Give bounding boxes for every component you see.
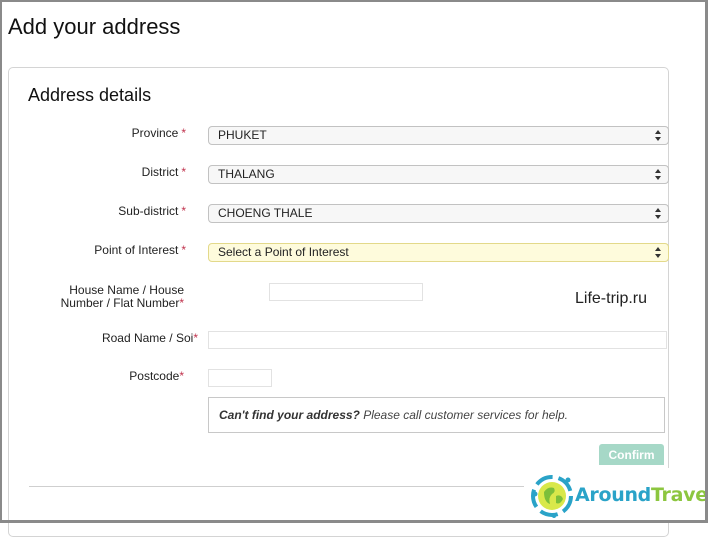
note-bold: Can't find your address? <box>219 408 360 422</box>
house-label-line1: House Name / House <box>69 283 184 297</box>
district-label-text: District <box>141 165 179 179</box>
required-marker: * <box>181 204 186 218</box>
house-label-line2: Number / Flat Number <box>60 296 180 310</box>
subdistrict-label: Sub-district * <box>118 205 186 218</box>
divider <box>29 486 539 487</box>
subdistrict-select[interactable]: CHOENG THALE <box>208 204 669 223</box>
district-select-value: THALANG <box>218 167 275 181</box>
logo-text-travels: Travels <box>650 484 708 506</box>
logo-text: AroundTravels <box>575 484 708 506</box>
postcode-label-text: Postcode <box>129 369 180 383</box>
panel-title: Address details <box>28 85 152 105</box>
cant-find-address-note: Can't find your address? Please call cus… <box>208 397 665 433</box>
house-label: House Name / House Number / Flat Number* <box>61 284 184 310</box>
postcode-label: Postcode* <box>129 370 184 383</box>
road-label: Road Name / Soi* <box>102 332 198 345</box>
confirm-button[interactable]: Confirm <box>599 444 664 465</box>
road-name-input[interactable] <box>208 331 667 349</box>
required-marker: * <box>181 126 186 140</box>
select-arrows-icon <box>654 246 662 259</box>
select-arrows-icon <box>654 129 662 142</box>
poi-select-value: Select a Point of Interest <box>218 245 349 259</box>
globe-icon <box>530 474 574 523</box>
poi-label: Point of Interest * <box>94 244 186 257</box>
required-marker: * <box>179 369 184 383</box>
required-marker: * <box>181 165 186 179</box>
logo-text-around: Around <box>575 484 651 506</box>
province-select-value: PHUKET <box>218 128 267 142</box>
note-text: Please call customer services for help. <box>359 408 568 422</box>
select-arrows-icon <box>654 168 662 181</box>
required-marker: * <box>193 331 198 345</box>
poi-label-text: Point of Interest <box>94 243 179 257</box>
postcode-input[interactable] <box>208 369 272 387</box>
house-number-input[interactable] <box>269 283 423 301</box>
around-travels-logo: AroundTravels <box>524 468 708 523</box>
required-marker: * <box>181 243 186 257</box>
watermark: Life-trip.ru <box>575 290 648 307</box>
page-title: Add your address <box>8 14 181 39</box>
road-label-text: Road Name / Soi <box>101 331 194 345</box>
province-label: Province * <box>132 127 186 140</box>
subdistrict-label-text: Sub-district <box>118 204 179 218</box>
district-label: District * <box>142 166 186 179</box>
point-of-interest-select[interactable]: Select a Point of Interest <box>208 243 669 262</box>
select-arrows-icon <box>654 207 662 220</box>
province-label-text: Province <box>131 126 179 140</box>
province-select[interactable]: PHUKET <box>208 126 669 145</box>
subdistrict-select-value: CHOENG THALE <box>218 206 313 220</box>
district-select[interactable]: THALANG <box>208 165 669 184</box>
required-marker: * <box>179 296 184 310</box>
